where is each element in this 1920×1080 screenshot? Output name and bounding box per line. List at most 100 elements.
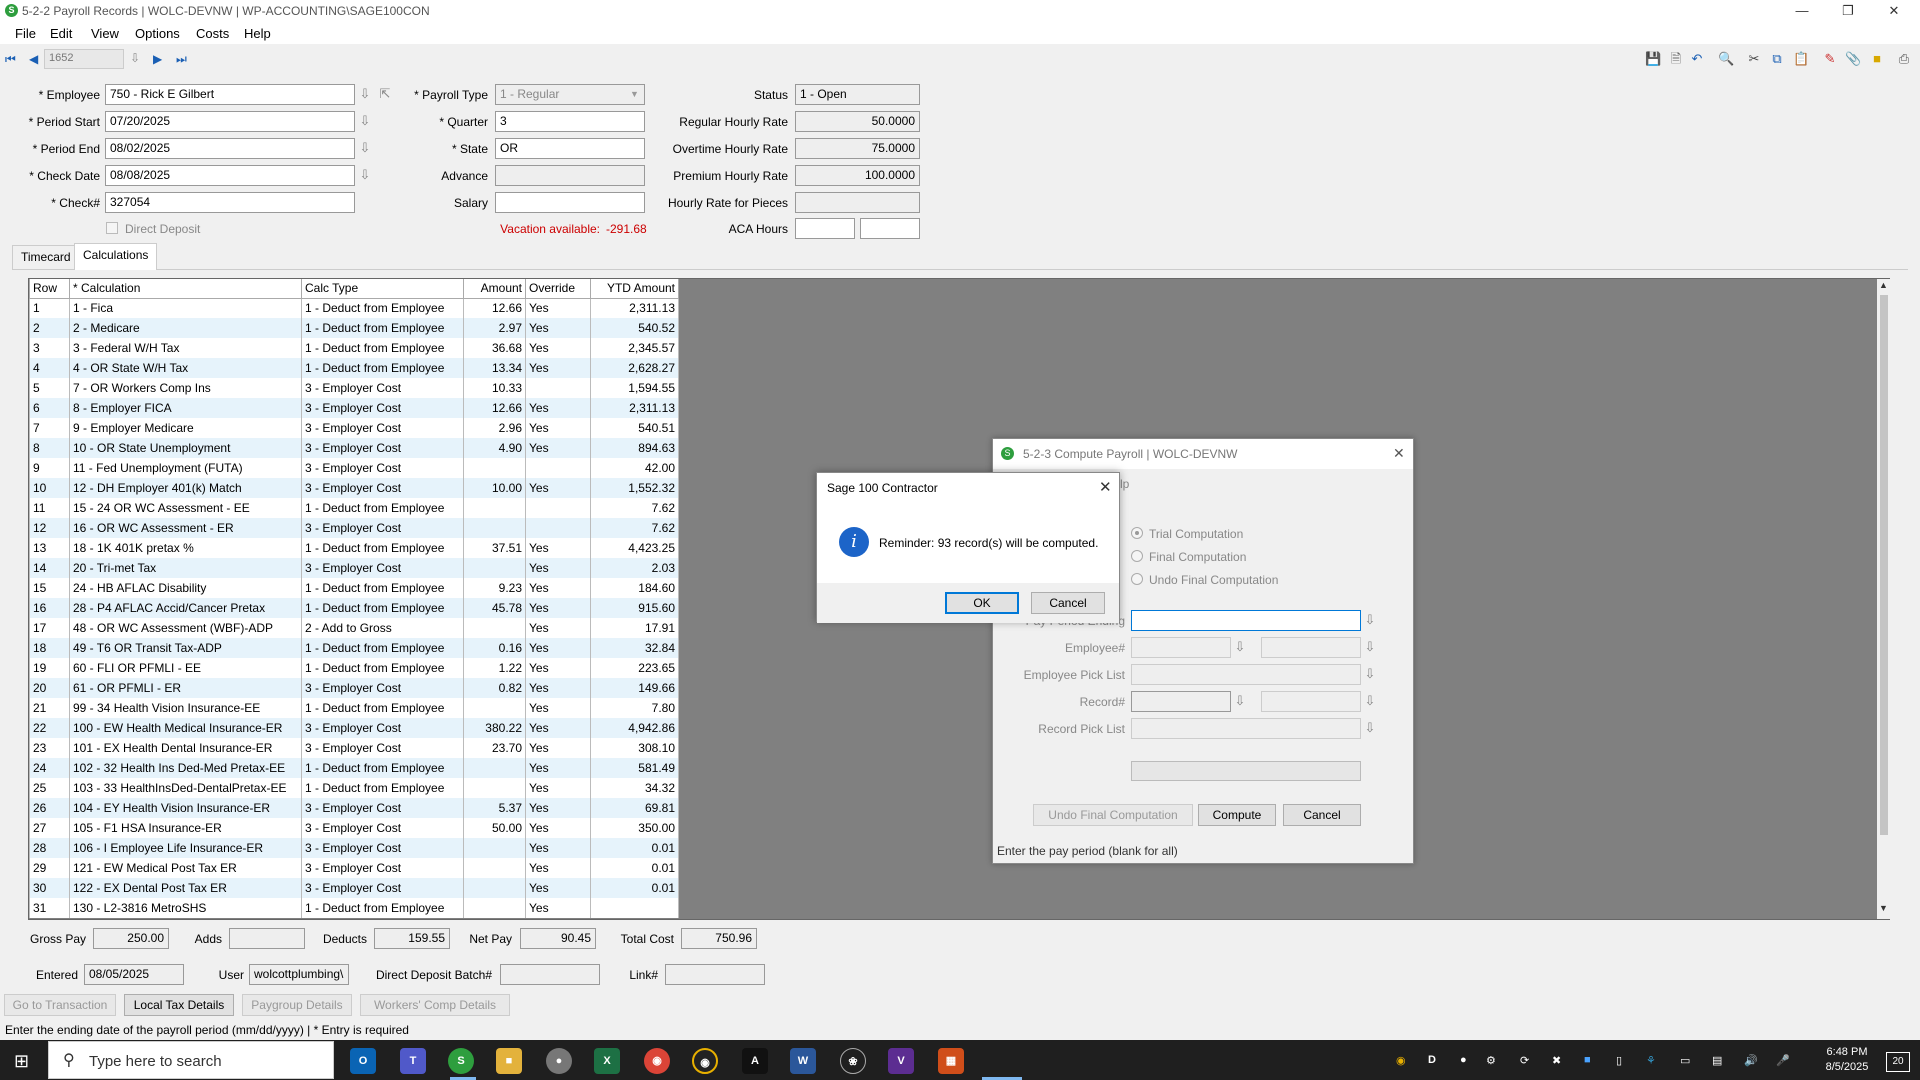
table-row[interactable]: 79 - Employer Medicare 3 - Employer Cost 2…	[29, 418, 679, 438]
lookup-arrow-icon[interactable]: ⇩	[358, 86, 372, 102]
col-override-cell[interactable]	[525, 458, 591, 478]
col-ytd-amount-cell[interactable]: 4,942.86	[590, 718, 679, 738]
col-calc-type-cell[interactable]: 3 - Employer Cost	[301, 858, 464, 878]
col-calc-type-cell[interactable]: 3 - Employer Cost	[301, 738, 464, 758]
advance-field[interactable]	[495, 165, 645, 186]
col-amount-cell[interactable]: 13.34	[463, 358, 526, 378]
total-cost-field[interactable]: 750.96	[681, 928, 757, 949]
find-icon[interactable]: 🔍	[1718, 51, 1734, 67]
clock[interactable]: 6:48 PM 8/5/2025	[1812, 1045, 1882, 1075]
table-row[interactable]: 26 104 - EY Health Vision Insurance-ER 3 -…	[29, 798, 679, 818]
col-calculation-cell[interactable]: 61 - OR PFMLI - ER	[69, 678, 302, 698]
col-override-cell[interactable]: Yes	[525, 838, 591, 858]
col-amount-header[interactable]: Amount	[463, 279, 526, 299]
cut-icon[interactable]: ✂	[1746, 51, 1762, 67]
table-row[interactable]: 9 11 - Fed Unemployment (FUTA) 3 - Employe…	[29, 458, 679, 478]
undo-icon[interactable]: ↶	[1689, 51, 1705, 67]
col-override-cell[interactable]: Yes	[525, 798, 591, 818]
close-icon[interactable]: ✕	[1099, 478, 1112, 496]
col-ytd-amount-cell[interactable]: 184.60	[590, 578, 679, 598]
col-ytd-amount-cell[interactable]: 1,552.32	[590, 478, 679, 498]
col-row-cell[interactable]: 27	[29, 818, 70, 838]
col-override-cell[interactable]: Yes	[525, 758, 591, 778]
table-row[interactable]: 21 99 - 34 Health Vision Insurance-EE 1 - …	[29, 698, 679, 718]
col-override-cell[interactable]: Yes	[525, 558, 591, 578]
col-calculation-cell[interactable]: 60 - FLI OR PFMLI - EE	[69, 658, 302, 678]
col-override-cell[interactable]	[525, 498, 591, 518]
table-row[interactable]: 24 102 - 32 Health Ins Ded-Med Pretax-EE 1…	[29, 758, 679, 778]
cancel-button[interactable]: Cancel	[1031, 592, 1105, 614]
col-row-cell[interactable]: 29	[29, 858, 70, 878]
deducts-field[interactable]: 159.55	[374, 928, 450, 949]
employee-field[interactable]: 750 - Rick E Gilbert	[105, 84, 355, 105]
local-tax-details-button[interactable]: Local Tax Details	[124, 994, 234, 1016]
col-override-cell[interactable]: Yes	[525, 478, 591, 498]
lookup-arrow-icon[interactable]: ⇩	[1363, 666, 1377, 682]
col-calc-type-cell[interactable]: 1 - Deduct from Employee	[301, 658, 464, 678]
app-icon[interactable]: ◉	[692, 1048, 718, 1074]
col-amount-cell[interactable]: 12.66	[463, 398, 526, 418]
col-calc-type-cell[interactable]: 1 - Deduct from Employee	[301, 298, 464, 318]
col-calculation-cell[interactable]: 16 - OR WC Assessment - ER	[69, 518, 302, 538]
col-calculation-cell[interactable]: 103 - 33 HealthInsDed-DentalPretax-EE	[69, 778, 302, 798]
col-amount-cell[interactable]: 10.00	[463, 478, 526, 498]
col-ytd-amount-cell[interactable]: 350.00	[590, 818, 679, 838]
col-amount-cell[interactable]	[463, 458, 526, 478]
col-ytd-amount-cell[interactable]: 0.01	[590, 858, 679, 878]
col-override-cell[interactable]: Yes	[525, 698, 591, 718]
record-number-field[interactable]: 1652	[44, 49, 124, 69]
pay-period-field[interactable]	[1131, 610, 1361, 631]
col-calculation-cell[interactable]: 10 - OR State Unemployment	[69, 438, 302, 458]
vertical-scrollbar[interactable]: ▲ ▼	[1877, 279, 1891, 919]
col-calc-type-cell[interactable]: 3 - Employer Cost	[301, 458, 464, 478]
record-from-field[interactable]	[1131, 691, 1231, 712]
undo-final-computation-button[interactable]: Undo Final Computation	[1033, 804, 1193, 826]
col-calculation-cell[interactable]: 102 - 32 Health Ins Ded-Med Pretax-EE	[69, 758, 302, 778]
col-ytd-amount-cell[interactable]: 2.03	[590, 558, 679, 578]
col-ytd-amount-cell[interactable]: 1,594.55	[590, 378, 679, 398]
microphone-icon[interactable]: 🎤	[1776, 1054, 1790, 1067]
col-calc-type-cell[interactable]: 1 - Deduct from Employee	[301, 358, 464, 378]
tray-tools-icon[interactable]: ✖	[1552, 1054, 1561, 1067]
col-row-cell[interactable]: 11	[29, 498, 70, 518]
col-row-cell[interactable]: 5	[29, 378, 70, 398]
col-amount-cell[interactable]: 0.82	[463, 678, 526, 698]
tab-calculations[interactable]: Calculations	[74, 243, 158, 270]
col-row-cell[interactable]: 3	[29, 338, 70, 358]
trial-computation-radio[interactable]	[1131, 527, 1143, 539]
col-override-cell[interactable]: Yes	[525, 598, 591, 618]
col-override-cell[interactable]: Yes	[525, 358, 591, 378]
workers-comp-details-button[interactable]: Workers' Comp Details	[360, 994, 510, 1016]
table-row[interactable]: 30 122 - EX Dental Post Tax ER 3 - Employe…	[29, 878, 679, 898]
col-calc-type-cell[interactable]: 1 - Deduct from Employee	[301, 698, 464, 718]
period-start-field[interactable]: 07/20/2025	[105, 111, 355, 132]
lookup-arrow-icon[interactable]: ⇩	[358, 113, 372, 129]
col-ytd-amount-cell[interactable]: 308.10	[590, 738, 679, 758]
sage-icon[interactable]: S	[448, 1048, 474, 1074]
col-calc-type-cell[interactable]: 3 - Employer Cost	[301, 518, 464, 538]
user-field[interactable]: wolcottplumbing\	[249, 964, 349, 985]
col-row-cell[interactable]: 23	[29, 738, 70, 758]
col-override-cell[interactable]: Yes	[525, 638, 591, 658]
acrobat-icon[interactable]: A	[742, 1048, 768, 1074]
col-amount-cell[interactable]	[463, 558, 526, 578]
chrome-icon[interactable]: ◉	[644, 1048, 670, 1074]
col-row-cell[interactable]: 7	[29, 418, 70, 438]
col-calc-type-cell[interactable]: 3 - Employer Cost	[301, 438, 464, 458]
col-ytd-amount-cell[interactable]: 894.63	[590, 438, 679, 458]
table-row[interactable]: 11 - Fica 1 - Deduct from Employee 12.66 Ye…	[29, 298, 679, 318]
direct-deposit-checkbox[interactable]	[106, 222, 118, 234]
col-override-cell[interactable]	[525, 518, 591, 538]
notifications-icon[interactable]: 20	[1886, 1052, 1910, 1072]
table-row[interactable]: 31 130 - L2-3816 MetroSHS 1 - Deduct from …	[29, 898, 679, 918]
network-icon[interactable]: ▤	[1712, 1054, 1722, 1067]
col-ytd-amount-cell[interactable]: 149.66	[590, 678, 679, 698]
tray-outlook-icon[interactable]: ■	[1584, 1054, 1591, 1066]
lookup-arrow-icon[interactable]: ⇩	[1363, 612, 1377, 628]
col-row-cell[interactable]: 4	[29, 358, 70, 378]
col-calc-type-cell[interactable]: 3 - Employer Cost	[301, 878, 464, 898]
col-row-cell[interactable]: 13	[29, 538, 70, 558]
col-row-cell[interactable]: 8	[29, 438, 70, 458]
col-calculation-cell[interactable]: 49 - T6 OR Transit Tax-ADP	[69, 638, 302, 658]
attachment-icon[interactable]: 📎	[1845, 51, 1861, 67]
